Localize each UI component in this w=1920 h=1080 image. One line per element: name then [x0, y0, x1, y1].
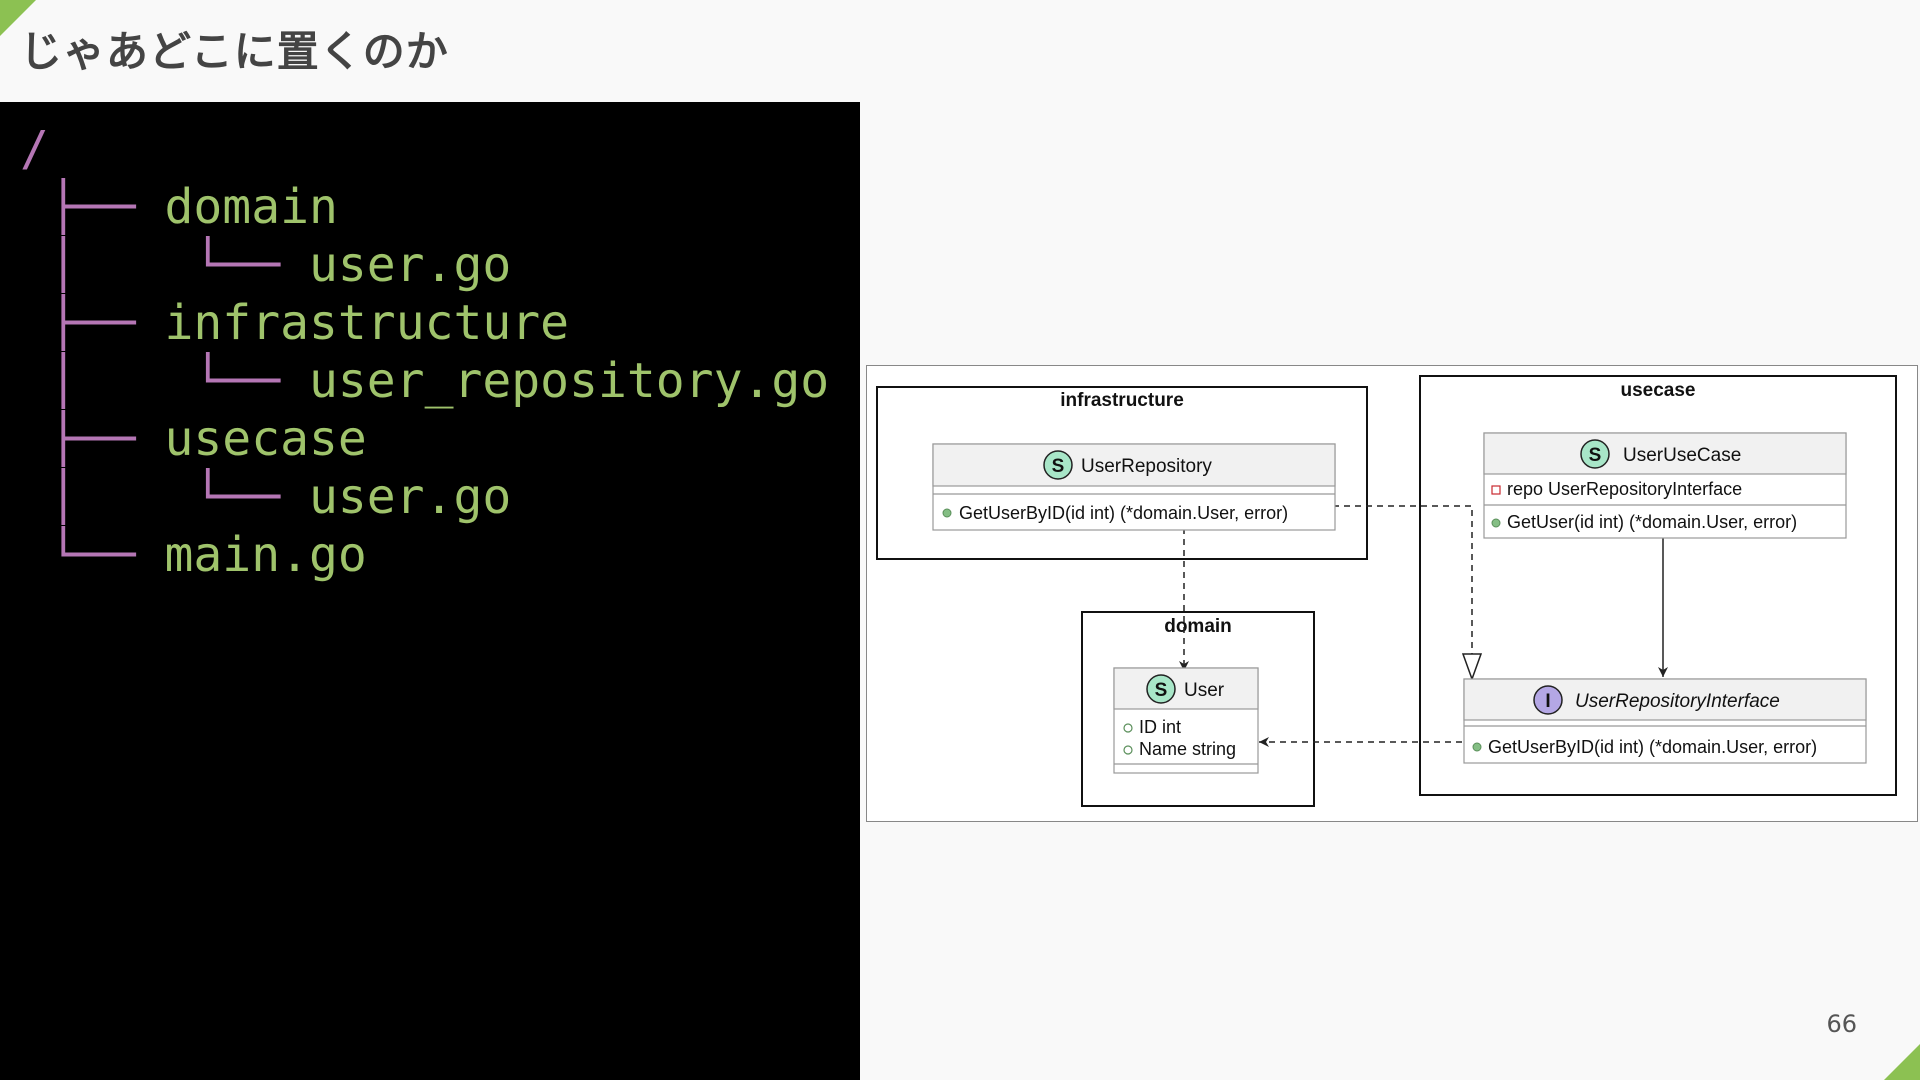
tree-root-label: / — [20, 121, 49, 177]
class-name: UserRepository — [1081, 456, 1212, 477]
class-name: User — [1184, 680, 1225, 701]
tree-node-label: main.go — [164, 527, 367, 583]
method: GetUserByID(id int) (*domain.User, error… — [1488, 737, 1817, 757]
package-infrastructure-label: infrastructure — [1060, 390, 1184, 411]
tree-row-main-go: └── main.go — [20, 527, 367, 583]
stereotype-label: S — [1589, 445, 1602, 466]
class-name: UserUseCase — [1623, 445, 1741, 466]
slide-title: じゃあどこに置くのか — [20, 27, 449, 76]
method: GetUserByID(id int) (*domain.User, error… — [959, 503, 1288, 523]
field: ID int — [1139, 717, 1181, 737]
tree-row-domain-user-go: │ └── user.go — [20, 237, 512, 293]
realization-arrowhead — [1461, 653, 1483, 682]
tree-row-infrastructure: ├── infrastructure — [20, 295, 570, 351]
tree-node-label: domain — [164, 179, 338, 235]
page-number: 66 — [1826, 1010, 1857, 1038]
public-method-icon — [1491, 518, 1501, 528]
class-user-repository: S UserRepository GetUserByID(id int) (*d… — [932, 443, 1336, 531]
tree-node-label: usecase — [164, 411, 367, 467]
method: GetUser(id int) (*domain.User, error) — [1507, 512, 1797, 532]
package-usecase-label: usecase — [1620, 380, 1695, 401]
directory-tree-panel: / ├── domain │ └── user.go ├── infrastru… — [0, 102, 860, 1080]
tree-node-label: user_repository.go — [308, 353, 830, 409]
corner-accent-bottom-right — [1884, 1044, 1920, 1080]
uml-diagram-canvas: infrastructure usecase domain S UserRepo… — [876, 375, 1897, 807]
tree-row-domain: ├── domain — [20, 179, 338, 235]
field: repo UserRepositoryInterface — [1507, 479, 1742, 499]
tree-node-label: user.go — [308, 469, 512, 525]
tree-node-label: infrastructure — [164, 295, 570, 351]
tree-row-usecase-user-go: │ └── user.go — [20, 469, 512, 525]
class-user: S User ID int Name string — [1113, 667, 1259, 774]
stereotype-label: I — [1545, 691, 1550, 712]
class-user-usecase: S UserUseCase repo UserRepositoryInterfa… — [1483, 432, 1847, 539]
tree-node-label: user.go — [308, 237, 512, 293]
tree-row-usecase: ├── usecase — [20, 411, 367, 467]
package-domain-label: domain — [1164, 616, 1232, 637]
tree-root: / — [20, 120, 829, 178]
public-method-icon — [942, 508, 952, 518]
field: Name string — [1139, 739, 1236, 759]
stereotype-label: S — [1155, 680, 1168, 701]
public-method-icon — [1472, 742, 1482, 752]
class-name: UserRepositoryInterface — [1575, 691, 1780, 712]
realization-line — [1333, 505, 1473, 676]
stereotype-label: S — [1052, 456, 1065, 477]
class-user-repository-interface: I UserRepositoryInterface GetUserByID(id… — [1463, 678, 1867, 764]
directory-tree: / ├── domain │ └── user.go ├── infrastru… — [20, 120, 829, 584]
tree-row-user-repository-go: │ └── user_repository.go — [20, 353, 830, 409]
uml-class-diagram: infrastructure usecase domain S UserRepo… — [866, 365, 1918, 822]
